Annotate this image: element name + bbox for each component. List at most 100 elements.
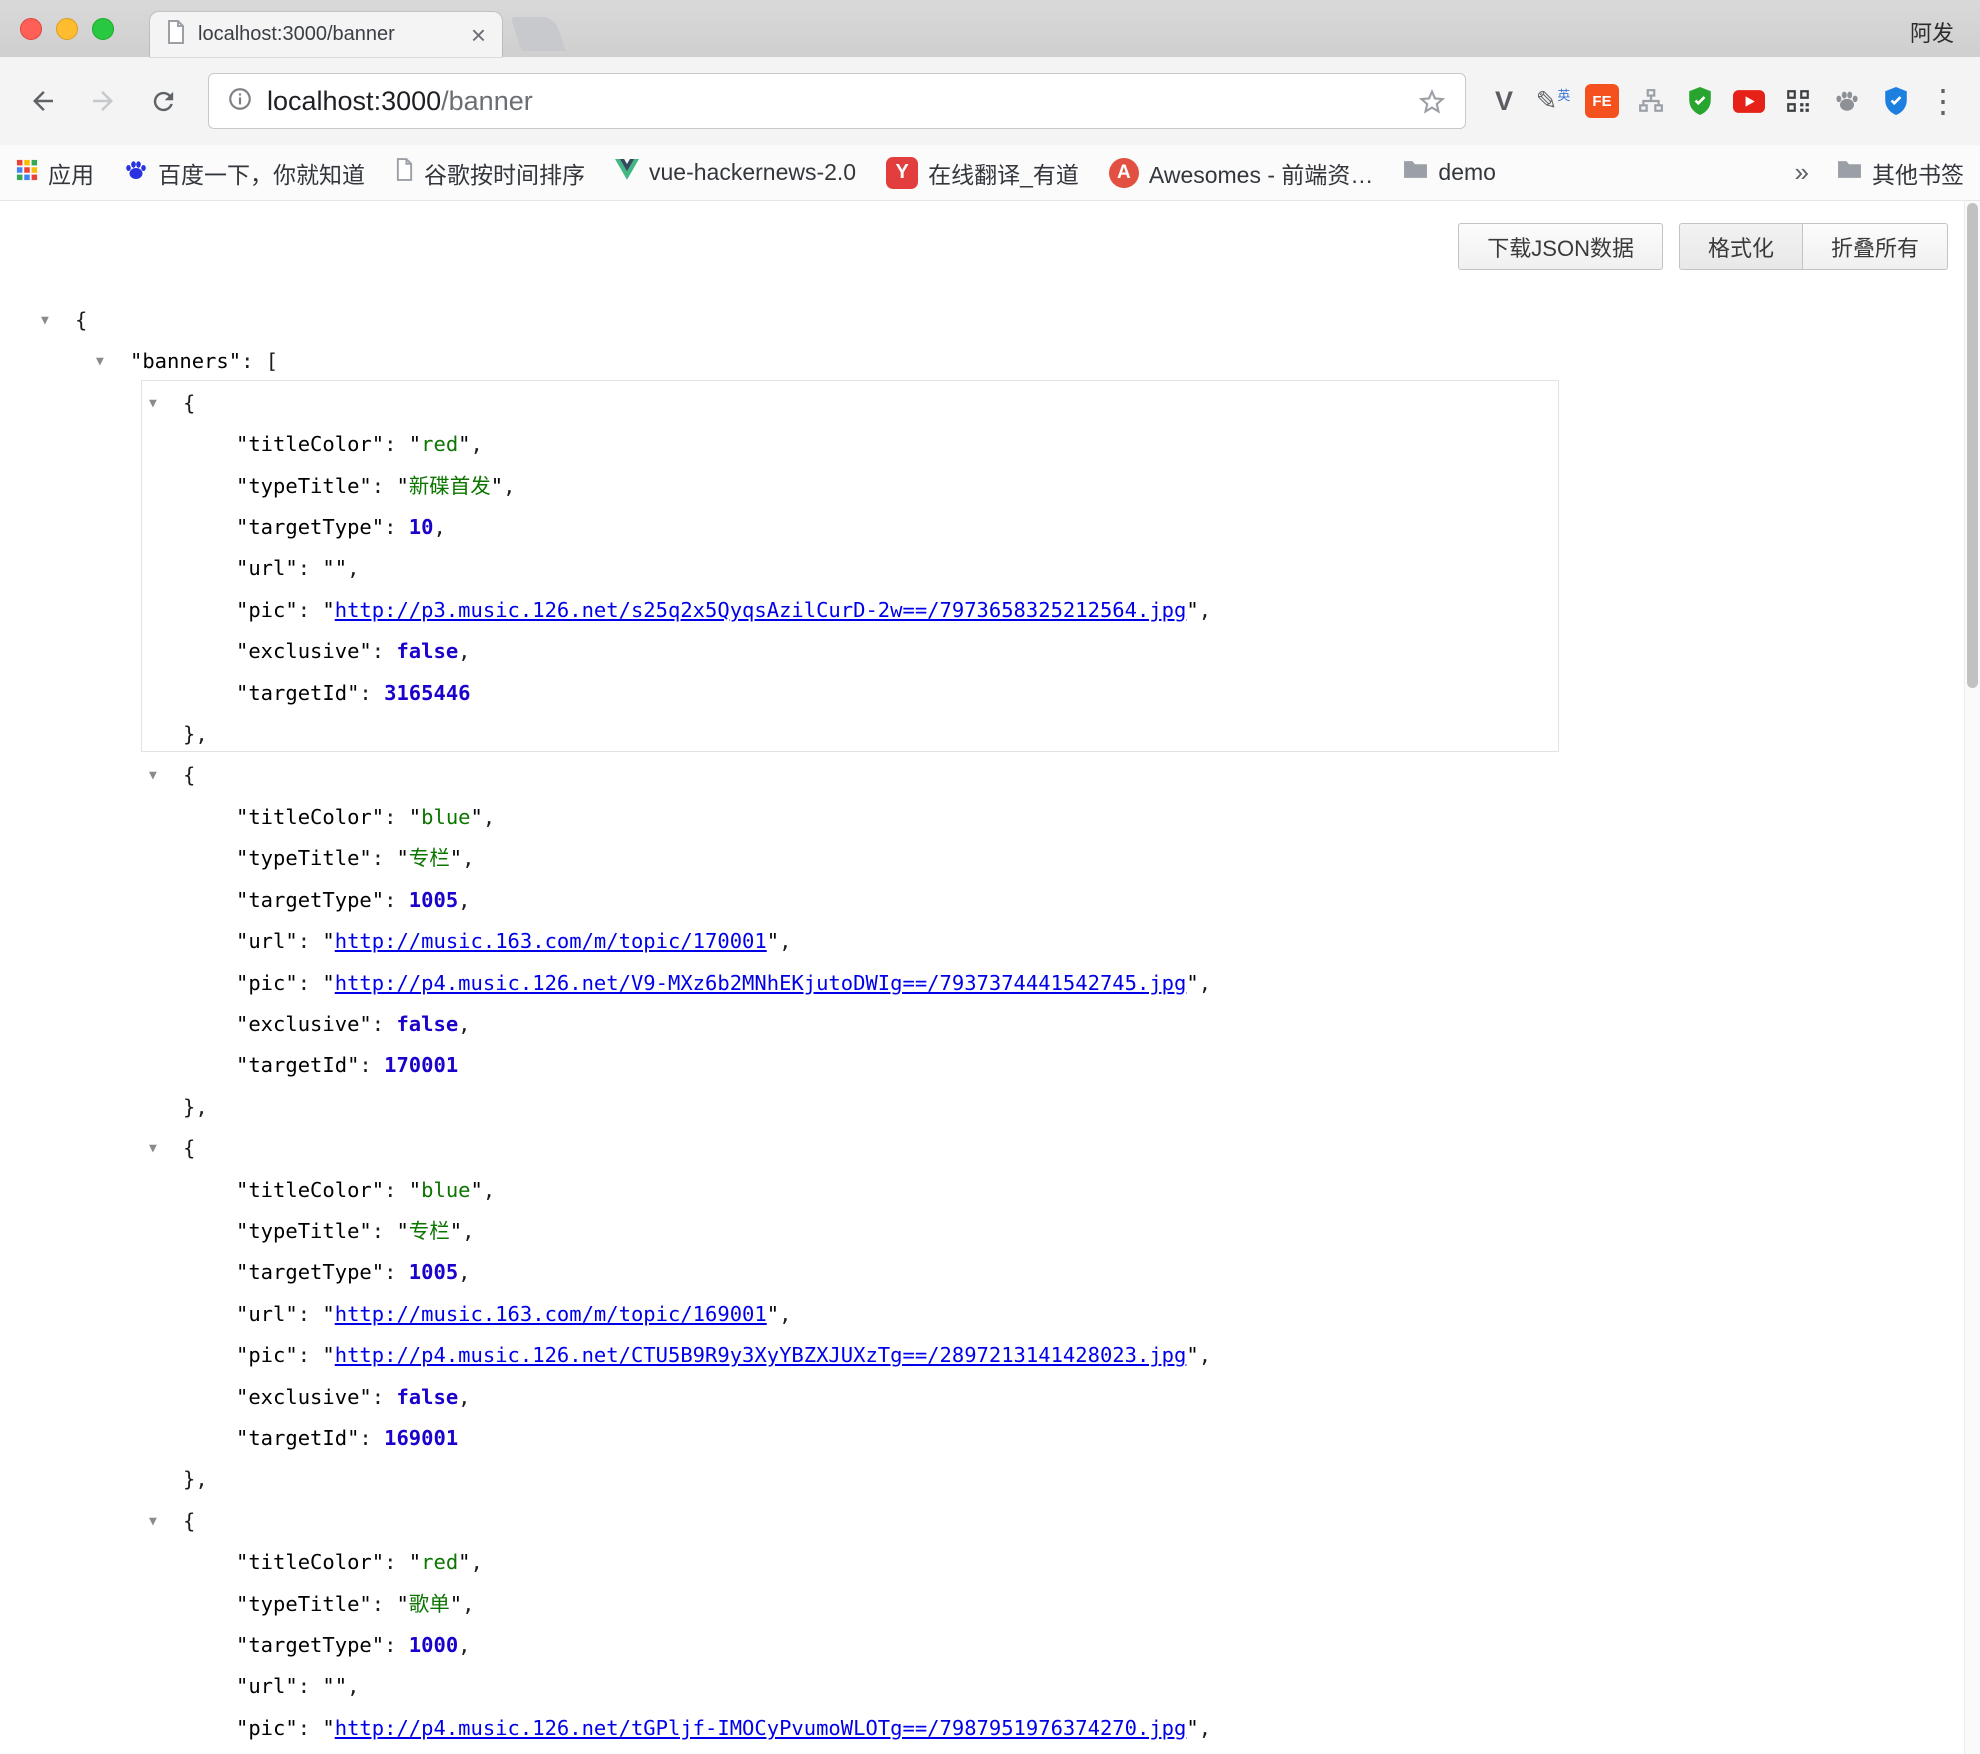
collapse-arrow-icon[interactable]: ▼	[149, 1501, 183, 1542]
close-window-button[interactable]	[20, 18, 42, 40]
json-line: "targetId": 170001	[0, 1045, 1980, 1086]
vertical-scrollbar[interactable]	[1964, 201, 1980, 1754]
json-number: 10	[409, 515, 434, 539]
apps-grid-icon	[16, 159, 38, 187]
forward-button[interactable]	[76, 74, 130, 128]
scrollbar-thumb[interactable]	[1967, 203, 1978, 688]
json-line: "typeTitle": "专栏",	[0, 838, 1980, 879]
json-line: },	[0, 714, 1980, 755]
json-line: },	[0, 1087, 1980, 1128]
json-line: ▼{	[0, 755, 1980, 796]
json-number: 1000	[409, 1633, 458, 1657]
json-number: 169001	[384, 1426, 458, 1450]
blue-shield-extension-icon[interactable]	[1876, 81, 1916, 121]
json-line: "targetId": 169001	[0, 1418, 1980, 1459]
json-line: },	[0, 1459, 1980, 1500]
paw-extension-icon[interactable]	[1827, 81, 1867, 121]
json-line: "typeTitle": "新碟首发",	[0, 466, 1980, 507]
org-chart-extension-icon[interactable]	[1631, 81, 1671, 121]
json-link[interactable]: http://music.163.com/m/topic/170001	[335, 929, 767, 953]
json-number: 170001	[384, 1053, 458, 1077]
collapse-arrow-icon[interactable]: ▼	[96, 341, 130, 382]
json-line: ▼{	[0, 300, 1980, 341]
bookmark-item-baidu[interactable]: 百度一下，你就知道	[124, 156, 365, 190]
bookmark-item-google-sort[interactable]: 谷歌按时间排序	[395, 156, 585, 190]
qrcode-extension-icon[interactable]	[1778, 81, 1818, 121]
green-shield-extension-icon[interactable]	[1680, 81, 1720, 121]
json-line: "url": "http://music.163.com/m/topic/169…	[0, 1294, 1980, 1335]
json-string: 专栏	[409, 1219, 450, 1243]
json-actions: 下载JSON数据 格式化 折叠所有	[1458, 223, 1948, 270]
zoom-window-button[interactable]	[92, 18, 114, 40]
browser-tab[interactable]: localhost:3000/banner ×	[150, 12, 502, 57]
minimize-window-button[interactable]	[56, 18, 78, 40]
page-icon	[395, 158, 414, 187]
bookmark-item-demo[interactable]: demo	[1403, 159, 1496, 186]
json-line: "targetType": 1000,	[0, 1625, 1980, 1666]
back-button[interactable]	[16, 74, 70, 128]
bookmark-item-vue-hackernews[interactable]: vue-hackernews-2.0	[615, 159, 856, 186]
new-tab-button[interactable]	[510, 17, 565, 51]
format-button[interactable]: 格式化	[1679, 223, 1803, 270]
json-line: "url": "http://music.163.com/m/topic/170…	[0, 921, 1980, 962]
json-link[interactable]: http://p4.music.126.net/tGPljf-IMOCyPvum…	[335, 1716, 1187, 1740]
page-info-icon[interactable]	[227, 86, 253, 117]
json-line: "titleColor": "blue",	[0, 1170, 1980, 1211]
collapse-arrow-icon[interactable]: ▼	[41, 300, 75, 341]
json-line: ▼{	[0, 1501, 1980, 1542]
profile-name[interactable]: 阿发	[1910, 16, 1954, 48]
bookmark-item-awesomes[interactable]: A Awesomes - 前端资…	[1109, 156, 1374, 190]
download-json-button[interactable]: 下载JSON数据	[1458, 223, 1663, 270]
json-object: ▼{"titleColor": "blue","typeTitle": "专栏"…	[0, 1128, 1980, 1501]
json-link[interactable]: http://p4.music.126.net/V9-MXz6b2MNhEKju…	[335, 971, 1187, 995]
json-link[interactable]: http://p4.music.126.net/CTU5B9R9y3XyYBZX…	[335, 1343, 1187, 1367]
bookmark-label: 在线翻译_有道	[928, 156, 1079, 190]
window-controls	[20, 18, 114, 40]
json-link[interactable]: http://music.163.com/m/topic/169001	[335, 1302, 767, 1326]
json-line: ▼{	[0, 1128, 1980, 1169]
awesomes-icon: A	[1109, 158, 1139, 188]
reload-button[interactable]	[136, 74, 190, 128]
json-line: "typeTitle": "专栏",	[0, 1211, 1980, 1252]
json-string: red	[421, 1550, 458, 1574]
translate-extension-icon[interactable]: ✎英	[1533, 81, 1573, 121]
youtube-extension-icon[interactable]	[1729, 81, 1769, 121]
json-boolean: false	[396, 1385, 458, 1409]
json-object: ▼{"titleColor": "red","typeTitle": "歌单",…	[0, 1501, 1980, 1754]
json-line: "pic": "http://p4.music.126.net/V9-MXz6b…	[0, 963, 1980, 1004]
bookmarks-bar: 应用 百度一下，你就知道 谷歌按时间排序 vue-hackernews-2.0 …	[0, 145, 1980, 201]
address-bar[interactable]: localhost:3000/banner	[208, 73, 1466, 129]
other-bookmarks-folder[interactable]: 其他书签	[1837, 156, 1964, 190]
json-line: "exclusive": false,	[0, 631, 1980, 672]
json-line: "targetType": 10,	[0, 507, 1980, 548]
collapse-arrow-icon[interactable]: ▼	[149, 383, 183, 424]
json-boolean: false	[396, 639, 458, 663]
json-string: 歌单	[409, 1592, 450, 1616]
folder-icon	[1837, 159, 1862, 186]
bookmark-item-youdao[interactable]: Y 在线翻译_有道	[886, 156, 1079, 190]
bookmark-star-icon[interactable]	[1417, 86, 1447, 116]
bookmark-label: demo	[1438, 159, 1496, 186]
json-link[interactable]: http://p3.music.126.net/s25q2x5QyqsAzilC…	[335, 598, 1187, 622]
tab-close-icon[interactable]: ×	[471, 22, 486, 48]
collapse-arrow-icon[interactable]: ▼	[149, 1128, 183, 1169]
collapse-all-button[interactable]: 折叠所有	[1803, 223, 1948, 270]
bookmark-label: vue-hackernews-2.0	[649, 159, 856, 186]
tab-strip: localhost:3000/banner × 阿发	[0, 0, 1980, 57]
bookmark-label: 谷歌按时间排序	[424, 156, 585, 190]
url-text[interactable]: localhost:3000/banner	[267, 86, 533, 117]
youdao-icon: Y	[886, 157, 918, 189]
page-favicon-icon	[166, 20, 186, 49]
bookmarks-overflow-chevron[interactable]: »	[1795, 157, 1809, 188]
fe-extension-icon[interactable]: FE	[1582, 81, 1622, 121]
tab-title: localhost:3000/banner	[198, 23, 459, 46]
json-line: "titleColor": "red",	[0, 1542, 1980, 1583]
browser-menu-button[interactable]: ⋮	[1922, 82, 1964, 120]
json-line: "pic": "http://p4.music.126.net/CTU5B9R9…	[0, 1335, 1980, 1376]
bookmark-item-apps[interactable]: 应用	[16, 156, 94, 190]
bookmark-label: Awesomes - 前端资…	[1149, 156, 1374, 190]
v-extension-icon[interactable]: V	[1484, 81, 1524, 121]
json-string: 新碟首发	[409, 474, 491, 498]
json-string: red	[421, 432, 458, 456]
collapse-arrow-icon[interactable]: ▼	[149, 755, 183, 796]
